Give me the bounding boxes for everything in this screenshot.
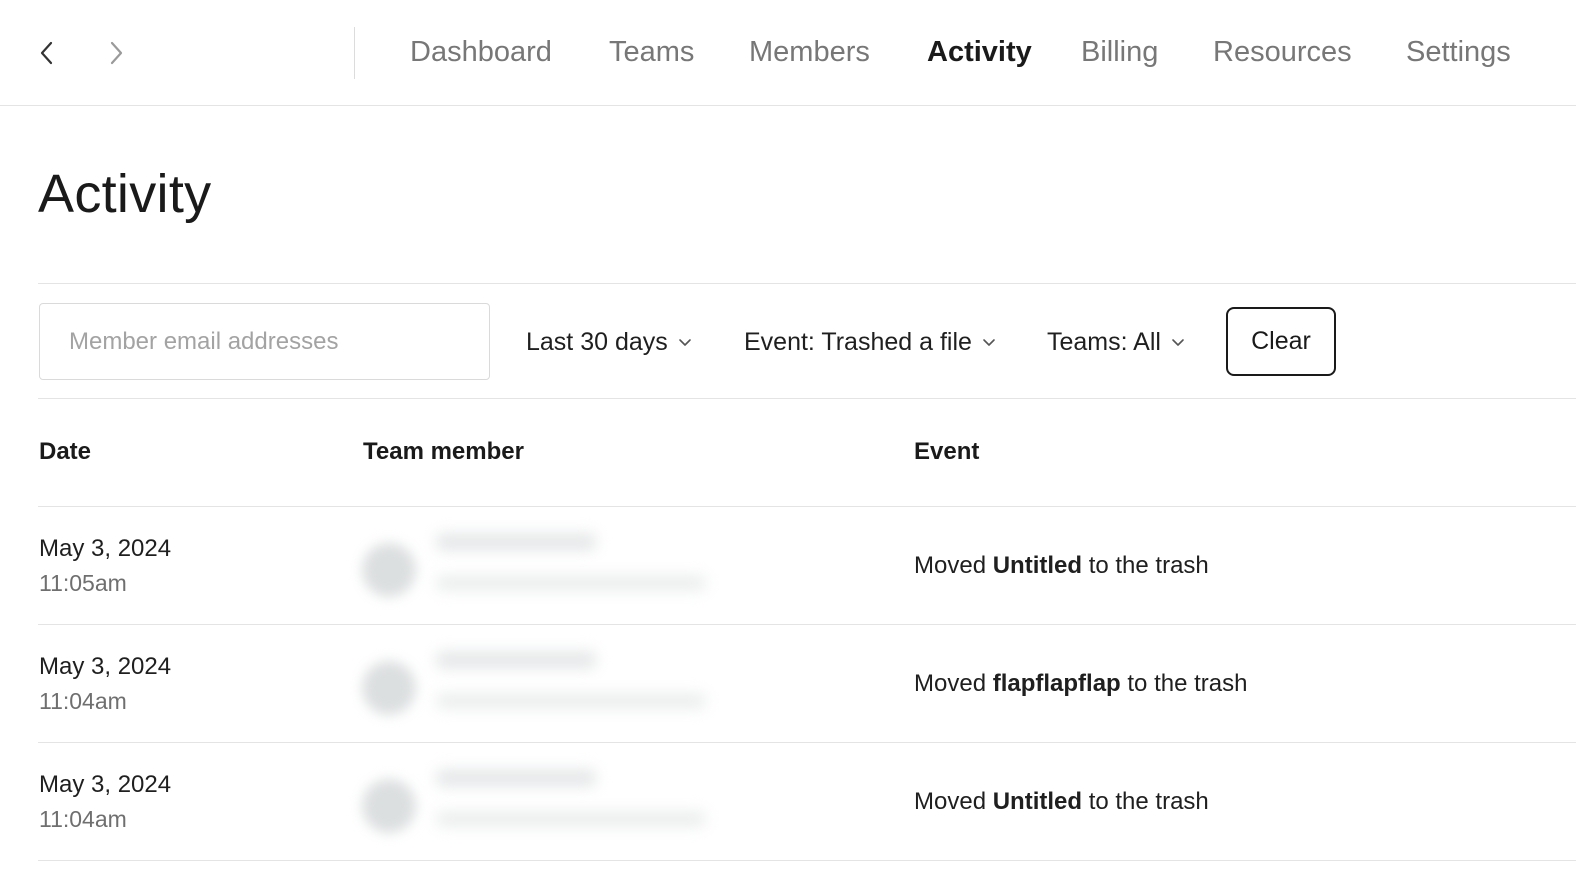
row-event: Moved Untitled to the trash <box>914 788 1209 816</box>
teams-filter-dropdown[interactable]: Teams: All <box>1047 322 1185 362</box>
column-header-team-member[interactable]: Team member <box>363 438 524 466</box>
row-time: 11:05am <box>39 570 127 596</box>
redacted-member-email <box>436 575 706 591</box>
row-date: May 3, 2024 <box>39 771 172 798</box>
redacted-member-name <box>436 533 596 551</box>
chevron-left-icon <box>40 41 53 65</box>
event-text: to the trash <box>1082 788 1209 815</box>
column-header-date[interactable]: Date <box>39 438 91 466</box>
tab-teams[interactable]: Teams <box>609 34 694 70</box>
redacted-member-name <box>436 651 596 669</box>
row-date: May 3, 2024 <box>39 653 172 680</box>
event-text: to the trash <box>1082 552 1209 579</box>
clear-filters-button[interactable]: Clear <box>1226 307 1336 376</box>
avatar <box>362 661 416 715</box>
event-file-name[interactable]: Untitled <box>993 552 1082 579</box>
tab-billing[interactable]: Billing <box>1081 34 1158 70</box>
divider <box>38 398 1576 399</box>
redacted-member-email <box>436 811 706 827</box>
event-text: Moved <box>914 670 993 697</box>
event-file-name[interactable]: Untitled <box>993 788 1082 815</box>
table-row[interactable]: May 3, 2024 11:04am Moved flapflapflap t… <box>0 625 1576 743</box>
table-row[interactable]: May 3, 2024 11:05am Moved Untitled to th… <box>0 507 1576 625</box>
chevron-down-icon <box>678 339 691 346</box>
date-range-dropdown[interactable]: Last 30 days <box>526 322 692 362</box>
chevron-right-icon <box>110 41 123 65</box>
event-text: Moved <box>914 552 993 579</box>
nav-divider <box>354 27 355 79</box>
row-event: Moved flapflapflap to the trash <box>914 670 1247 698</box>
row-time: 11:04am <box>39 688 127 714</box>
page-title: Activity <box>38 164 212 224</box>
event-text: Moved <box>914 788 993 815</box>
event-text: to the trash <box>1120 670 1248 697</box>
row-event: Moved Untitled to the trash <box>914 552 1209 580</box>
forward-button[interactable] <box>99 36 133 70</box>
event-file-name[interactable]: flapflapflap <box>993 670 1121 697</box>
teams-filter-label: Teams: All <box>1047 327 1161 356</box>
event-filter-label: Event: Trashed a file <box>744 327 972 356</box>
tab-dashboard[interactable]: Dashboard <box>410 34 552 70</box>
row-divider <box>38 860 1576 861</box>
column-header-event[interactable]: Event <box>914 438 979 466</box>
avatar <box>362 543 416 597</box>
redacted-member-email <box>436 693 706 709</box>
chevron-down-icon <box>1172 339 1184 346</box>
divider <box>38 283 1576 284</box>
table-row[interactable]: May 3, 2024 11:04am Moved Untitled to th… <box>0 743 1576 861</box>
tab-settings[interactable]: Settings <box>1406 34 1511 70</box>
row-date: May 3, 2024 <box>39 535 172 562</box>
member-email-input[interactable] <box>39 303 490 380</box>
top-navigation-bar: Dashboard Teams Members Activity Billing… <box>0 0 1576 106</box>
event-filter-dropdown[interactable]: Event: Trashed a file <box>744 322 996 362</box>
chevron-down-icon <box>983 339 995 346</box>
tab-activity[interactable]: Activity <box>927 34 1032 70</box>
avatar <box>362 779 416 833</box>
row-time: 11:04am <box>39 806 127 832</box>
redacted-member-name <box>436 769 596 787</box>
date-range-label: Last 30 days <box>526 327 668 356</box>
tab-members[interactable]: Members <box>749 34 870 70</box>
back-button[interactable] <box>30 36 64 70</box>
tab-resources[interactable]: Resources <box>1213 34 1352 70</box>
